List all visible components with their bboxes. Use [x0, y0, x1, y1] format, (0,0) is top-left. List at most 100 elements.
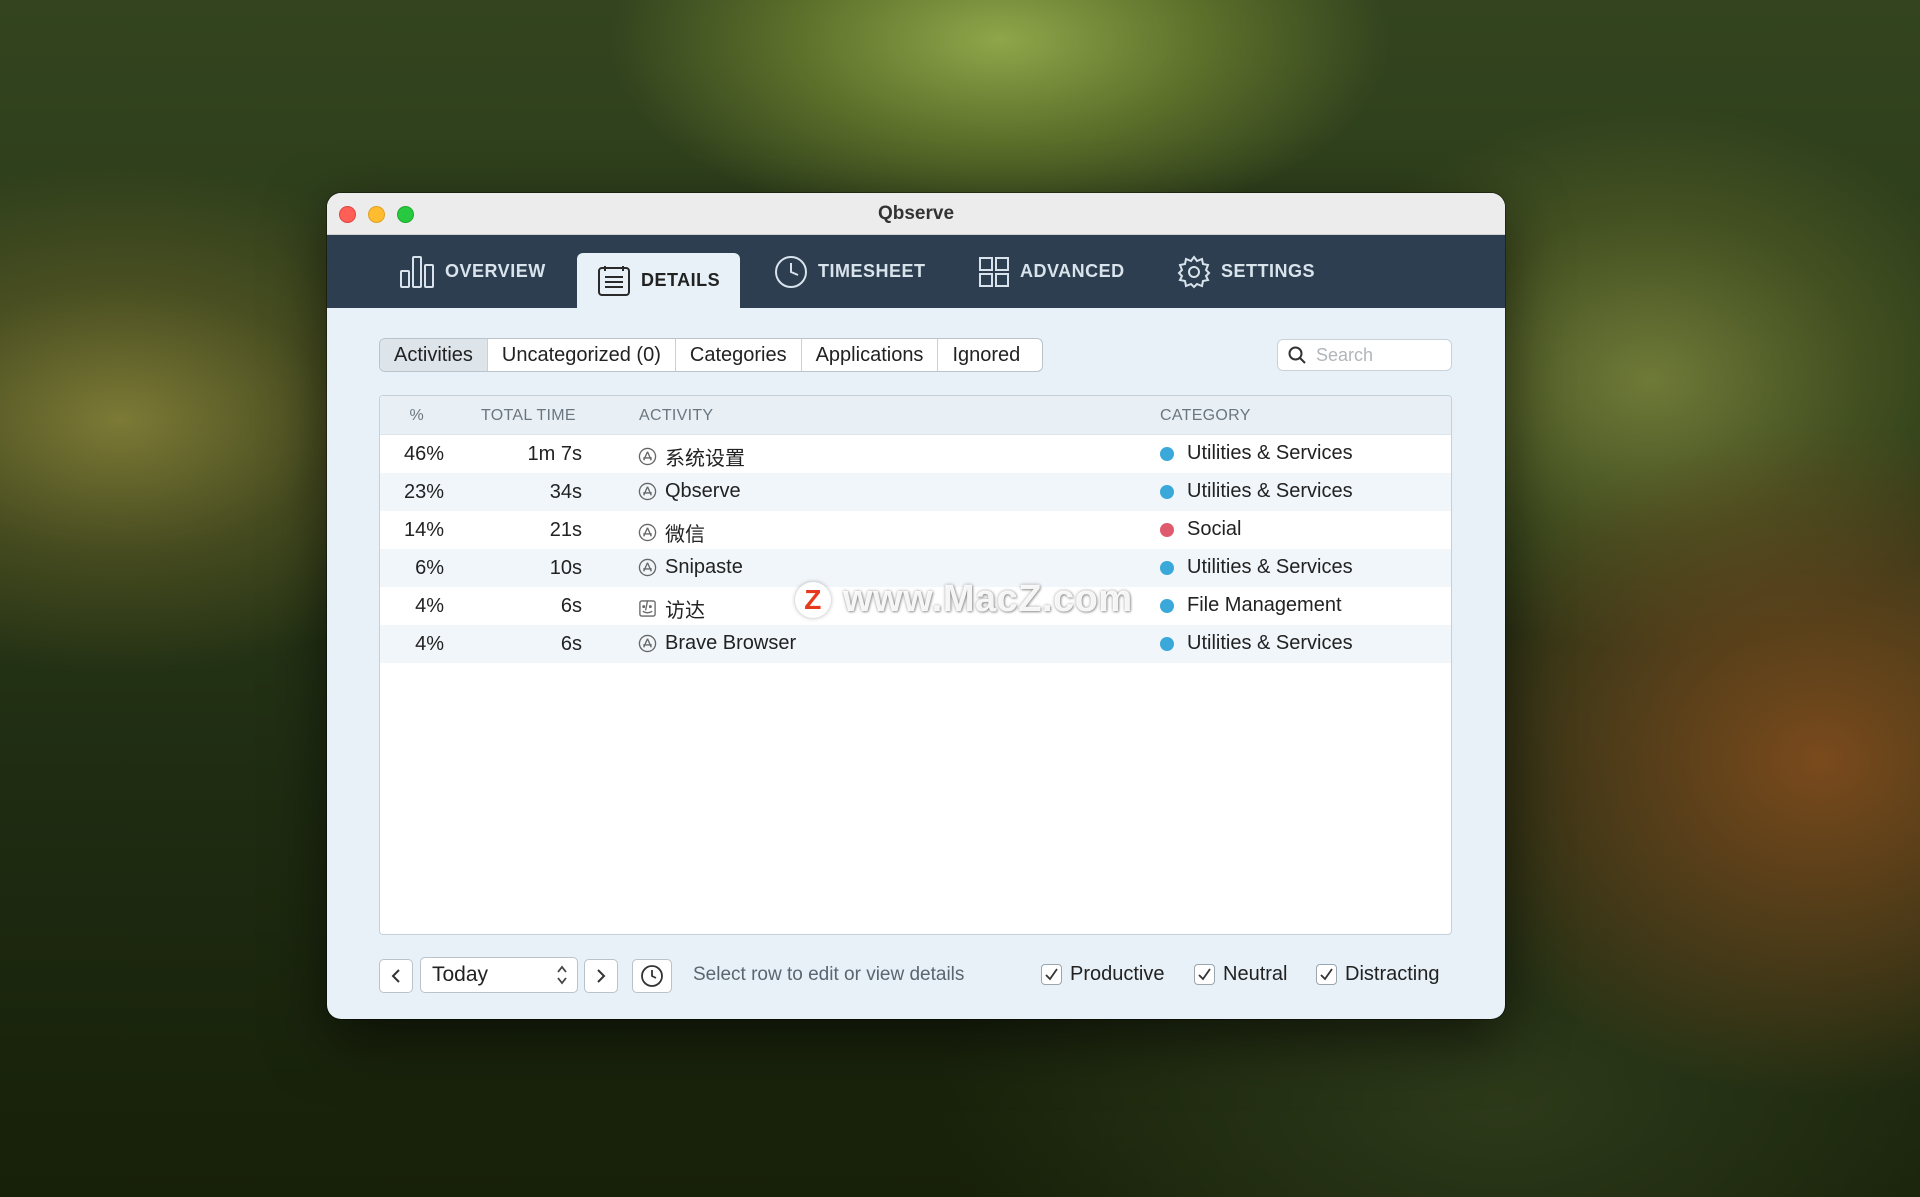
productive-label: Productive	[1070, 963, 1165, 985]
details-content: Activities Uncategorized (0) Categories …	[327, 308, 1505, 1019]
tab-timesheet-label: TIMESHEET	[818, 261, 926, 281]
app-store-icon	[638, 447, 657, 466]
row-category: Utilities & Services	[1187, 442, 1353, 464]
search-input[interactable]	[1316, 344, 1446, 366]
app-store-icon	[638, 634, 657, 653]
category-color-dot	[1160, 446, 1174, 461]
app-store-icon	[638, 558, 657, 577]
neutral-label: Neutral	[1223, 963, 1288, 985]
row-category: Utilities & Services	[1187, 556, 1353, 578]
subtab-uncategorized[interactable]: Uncategorized (0)	[488, 339, 676, 371]
subtab-activities[interactable]: Activities	[380, 339, 488, 371]
row-pct: 6%	[415, 557, 444, 579]
app-store-icon	[638, 523, 657, 542]
tab-details-label: DETAILS	[641, 270, 721, 290]
gear-icon	[1177, 254, 1211, 288]
distracting-label: Distracting	[1345, 963, 1440, 985]
row-category: Utilities & Services	[1187, 480, 1353, 502]
distracting-checkbox[interactable]	[1316, 964, 1337, 985]
subtab-categories[interactable]: Categories	[676, 339, 802, 371]
window-title: Qbserve	[877, 203, 955, 224]
clock-icon	[641, 965, 663, 987]
header-pct[interactable]: %	[380, 407, 424, 425]
category-color-dot	[1160, 598, 1174, 613]
time-range-button[interactable]	[632, 959, 672, 993]
category-color-dot	[1160, 636, 1174, 651]
row-activity: 微信	[665, 524, 705, 546]
title-bar: Qbserve	[327, 193, 1505, 235]
up-down-chevron-icon	[557, 965, 567, 985]
row-category: Utilities & Services	[1187, 632, 1353, 654]
next-day-button[interactable]	[584, 959, 618, 993]
row-activity: Qbserve	[665, 480, 741, 502]
checkmark-icon	[1320, 968, 1333, 981]
row-pct: 4%	[415, 595, 444, 617]
row-category: File Management	[1187, 594, 1342, 616]
tab-overview[interactable]: OVERVIEW	[399, 235, 546, 308]
checkmark-icon	[1198, 968, 1211, 981]
subtab-applications[interactable]: Applications	[802, 339, 939, 371]
table-row[interactable]: 14% 21s 微信 Social	[380, 511, 1451, 549]
header-total-time[interactable]: TOTAL TIME	[481, 407, 576, 425]
date-range-select[interactable]: Today	[420, 957, 578, 993]
header-activity[interactable]: ACTIVITY	[639, 407, 713, 425]
row-pct: 46%	[403, 443, 444, 465]
tab-overview-label: OVERVIEW	[445, 261, 546, 281]
search-field[interactable]	[1277, 339, 1452, 371]
date-range-value: Today	[432, 963, 489, 986]
header-category[interactable]: CATEGORY	[1160, 407, 1251, 425]
category-color-dot	[1160, 484, 1174, 499]
row-pct: 23%	[403, 481, 444, 503]
finder-icon	[639, 600, 656, 617]
app-store-icon	[638, 482, 657, 501]
row-activity: Snipaste	[665, 556, 743, 578]
row-time: 1m 7s	[527, 443, 582, 465]
productive-filter[interactable]: Productive	[1041, 963, 1165, 986]
footer-bar: Today Select row to edit or view details…	[379, 956, 1452, 996]
category-color-dot	[1160, 522, 1174, 537]
row-time: 34s	[549, 481, 582, 503]
main-nav: OVERVIEW DETAILS TIMESHEET ADVANCED SETT…	[327, 235, 1505, 308]
row-activity: 系统设置	[665, 448, 745, 470]
table-row[interactable]: 23% 34s Qbserve Utilities & Services	[380, 473, 1451, 511]
bar-chart-icon	[400, 255, 434, 288]
row-pct: 4%	[415, 633, 444, 655]
row-time: 6s	[560, 595, 582, 617]
table-body: 46% 1m 7s 系统设置 Utilities & Services 23%	[380, 435, 1451, 663]
productive-checkbox[interactable]	[1041, 964, 1062, 985]
subtab-ignored[interactable]: Ignored	[938, 339, 1042, 371]
row-time: 21s	[549, 519, 582, 541]
watermark: Z www.MacZ.com	[795, 578, 1133, 621]
watermark-text: www.MacZ.com	[843, 578, 1133, 620]
details-subtabs: Activities Uncategorized (0) Categories …	[379, 338, 1044, 372]
search-icon	[1288, 346, 1306, 364]
chevron-left-icon	[391, 969, 400, 983]
chevron-right-icon	[597, 969, 606, 983]
row-time: 6s	[560, 633, 582, 655]
tab-details[interactable]: DETAILS	[577, 253, 741, 308]
checkmark-icon	[1045, 968, 1058, 981]
table-row[interactable]: 4% 6s Brave Browser Utilities & Services	[380, 625, 1451, 663]
tab-advanced-label: ADVANCED	[1020, 261, 1125, 281]
distracting-filter[interactable]: Distracting	[1316, 963, 1439, 986]
tab-advanced[interactable]: ADVANCED	[978, 235, 1125, 308]
previous-day-button[interactable]	[379, 959, 413, 993]
category-color-dot	[1160, 560, 1174, 575]
grid-icon	[979, 256, 1009, 287]
tab-timesheet[interactable]: TIMESHEET	[774, 235, 926, 308]
row-activity: Brave Browser	[665, 632, 797, 654]
tab-settings[interactable]: SETTINGS	[1177, 235, 1315, 308]
table-header: % TOTAL TIME ACTIVITY CATEGORY	[380, 396, 1451, 435]
activities-table: % TOTAL TIME ACTIVITY CATEGORY 46% 1m 7s…	[379, 395, 1452, 935]
neutral-filter[interactable]: Neutral	[1194, 963, 1287, 986]
watermark-logo: Z	[795, 581, 831, 618]
document-list-icon	[598, 265, 630, 296]
table-row[interactable]: 46% 1m 7s 系统设置 Utilities & Services	[380, 435, 1451, 473]
tab-settings-label: SETTINGS	[1221, 261, 1316, 281]
status-hint: Select row to edit or view details	[693, 964, 965, 985]
row-pct: 14%	[403, 519, 444, 541]
row-category: Social	[1187, 518, 1242, 540]
clock-icon	[775, 255, 807, 288]
neutral-checkbox[interactable]	[1194, 964, 1215, 985]
row-time: 10s	[549, 557, 582, 579]
